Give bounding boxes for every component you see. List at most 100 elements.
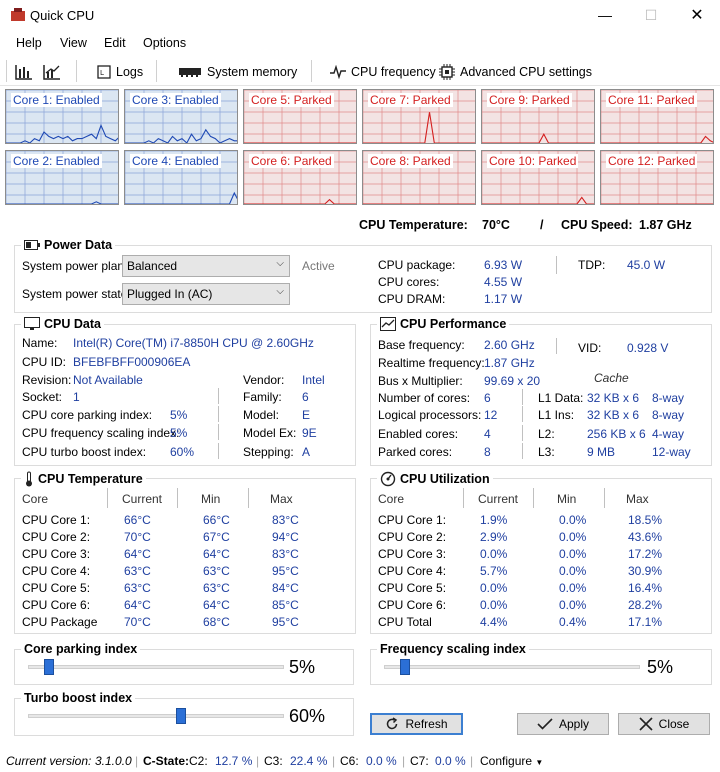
table-cell: 2.9%: [480, 530, 508, 544]
table-cell: 17.1%: [628, 615, 663, 629]
version-value: 3.1.0.0: [95, 754, 132, 768]
bus-multiplier-value: 99.69 x 20: [484, 374, 541, 388]
minimize-button[interactable]: —: [582, 0, 628, 30]
power-state-select[interactable]: Plugged In (AC) ⌵: [122, 283, 290, 305]
core-graph-label: Core 4: Enabled: [130, 154, 221, 168]
toolbar: L Logs System memory CPU frequency Advan…: [0, 56, 720, 86]
table-header: Min: [201, 492, 221, 506]
vendor-label: Vendor:: [243, 373, 285, 387]
c2-label: C2:: [189, 754, 208, 768]
core-graph-label: Core 11: Parked: [606, 93, 697, 107]
table-cell: 64°C: [124, 547, 151, 561]
c-state-label: C-State:: [143, 754, 190, 768]
core-graph: Core 10: Parked: [481, 150, 595, 205]
table-cell: 5.7%: [480, 564, 508, 578]
menu-view[interactable]: View: [60, 36, 87, 50]
logs-button[interactable]: L Logs: [97, 62, 143, 82]
configure-menu[interactable]: Configure ▼: [480, 754, 543, 768]
l1-ins-way: 8-way: [652, 408, 685, 422]
core-graph-label: Core 8: Parked: [368, 154, 453, 168]
thermometer-icon: [26, 471, 32, 487]
family-value: 6: [302, 390, 309, 404]
table-row-label: CPU Core 2:: [378, 530, 447, 544]
pulse-icon: [330, 65, 346, 79]
core-parking-slider-thumb[interactable]: [43, 659, 54, 675]
advanced-cpu-settings-button[interactable]: Advanced CPU settings: [439, 62, 592, 82]
number-of-cores-label: Number of cores:: [378, 391, 471, 405]
l3-way: 12-way: [652, 445, 691, 459]
cpu-id-label: CPU ID:: [22, 355, 67, 369]
close-window-button[interactable]: ✕: [674, 0, 720, 30]
table-row-label: CPU Core 6:: [378, 598, 447, 612]
toolbar-separator: [156, 60, 157, 82]
cpu-dram-label: CPU DRAM:: [378, 292, 446, 306]
divider: [522, 443, 523, 459]
table-cell: 67°C: [203, 530, 230, 544]
divider: [556, 256, 557, 274]
menu-options[interactable]: Options: [143, 36, 186, 50]
table-cell: 0.0%: [480, 598, 508, 612]
table-cell: 0.4%: [559, 615, 587, 629]
revision-value: Not Available: [73, 373, 143, 387]
table-cell: 64°C: [124, 598, 151, 612]
number-of-cores-value: 6: [484, 391, 491, 405]
table-cell: 28.2%: [628, 598, 663, 612]
refresh-button[interactable]: Refresh: [370, 713, 463, 735]
logs-label: Logs: [116, 65, 144, 79]
caret-down-icon: ▼: [535, 758, 544, 767]
cpu-frequency-label: CPU frequency: [351, 65, 436, 79]
core-graph-label: Core 6: Parked: [249, 154, 334, 168]
table-cell: 30.9%: [628, 564, 663, 578]
system-memory-button[interactable]: System memory: [178, 62, 297, 82]
frequency-scaling-index-value: 5%: [170, 426, 188, 440]
model-label: Model:: [243, 408, 280, 422]
divider: [556, 338, 557, 354]
line-chart-button[interactable]: [43, 62, 61, 82]
cpu-package-value: 6.93 W: [484, 258, 523, 272]
frequency-scaling-slider-track[interactable]: [384, 665, 640, 669]
turbo-boost-slider-track[interactable]: [28, 714, 284, 718]
cpu-cores-power-label: CPU cores:: [378, 275, 440, 289]
turbo-boost-slider-thumb[interactable]: [175, 708, 186, 724]
table-row-label: CPU Core 1:: [22, 513, 91, 527]
version-label: Current version:: [6, 754, 92, 768]
menu-edit[interactable]: Edit: [104, 36, 126, 50]
core-graph-label: Core 7: Parked: [368, 93, 453, 107]
table-cell: 70°C: [124, 615, 151, 629]
table-header-divider: [533, 488, 534, 508]
table-header: Core: [22, 492, 49, 506]
table-cell: 66°C: [124, 513, 151, 527]
core-graph: Core 3: Enabled: [124, 89, 238, 144]
divider: [522, 425, 523, 441]
close-button[interactable]: Close: [618, 713, 710, 735]
toolbar-separator: [311, 60, 312, 82]
title-bar: Quick CPU — ☐ ✕: [0, 0, 720, 30]
memory-icon: [179, 68, 201, 77]
vid-label: VID:: [578, 341, 602, 355]
core-graph: Core 8: Parked: [362, 150, 476, 205]
advanced-cpu-settings-label: Advanced CPU settings: [460, 65, 593, 79]
table-header: Current: [478, 492, 519, 506]
bar-chart-button[interactable]: [15, 62, 33, 82]
model-value: E: [302, 408, 311, 422]
cpu-frequency-button[interactable]: CPU frequency: [330, 62, 436, 82]
cpu-name-value: Intel(R) Core(TM) i7-8850H CPU @ 2.60GHz: [73, 336, 314, 350]
stepping-label: Stepping:: [243, 445, 294, 459]
performance-chart-icon: [380, 317, 396, 331]
table-header-divider: [248, 488, 249, 508]
gauge-icon: [380, 471, 396, 487]
table-cell: 0.0%: [559, 581, 587, 595]
frequency-scaling-slider-thumb[interactable]: [399, 659, 410, 675]
apply-button[interactable]: Apply: [517, 713, 609, 735]
cache-header: Cache: [594, 371, 629, 385]
divider: [218, 424, 219, 440]
menu-help[interactable]: Help: [16, 36, 42, 50]
maximize-button[interactable]: ☐: [628, 0, 674, 30]
cpu-utilization-header: CPU Utilization: [377, 471, 493, 487]
c6-label: C6:: [340, 754, 359, 768]
core-parking-slider-track[interactable]: [28, 665, 284, 669]
table-cell: 64°C: [203, 547, 230, 561]
power-plan-select[interactable]: Balanced ⌵: [122, 255, 290, 277]
table-cell: 0.0%: [559, 564, 587, 578]
table-cell: 94°C: [272, 530, 299, 544]
